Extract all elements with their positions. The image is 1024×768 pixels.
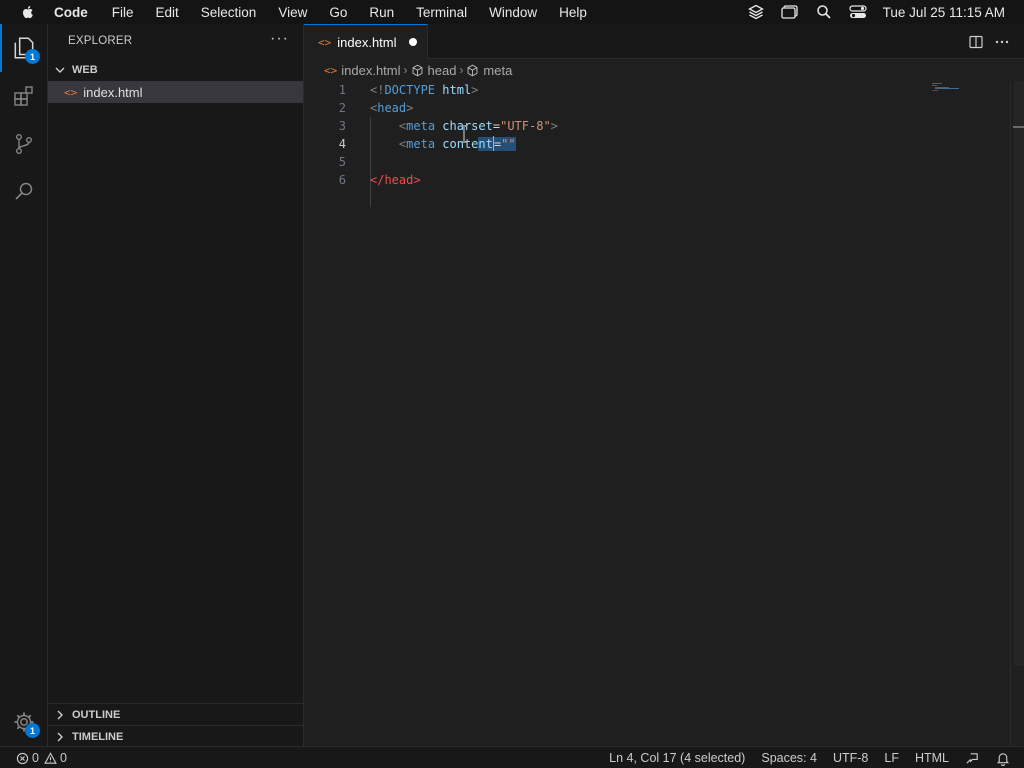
breadcrumb-file-label: index.html (341, 62, 401, 78)
element-cube-icon (467, 64, 478, 76)
settings-badge: 1 (25, 723, 40, 738)
indentation-status[interactable]: Spaces: 4 (761, 751, 817, 765)
activity-bar: 1 1 (0, 24, 48, 746)
minimap[interactable] (932, 83, 960, 91)
chevron-right-icon (57, 732, 63, 741)
breadcrumb-head-label: head (427, 62, 457, 78)
explorer-title: EXPLORER (68, 35, 133, 47)
html-file-icon: <> (64, 85, 78, 99)
code-line[interactable]: 3 <meta charset="UTF-8"> (304, 117, 1004, 135)
code-text[interactable]: <meta content="" (370, 135, 516, 153)
breadcrumb-head[interactable]: head (411, 62, 457, 78)
menu-help[interactable]: Help (559, 5, 587, 20)
menu-run[interactable]: Run (369, 5, 394, 20)
chevron-down-icon (55, 67, 65, 73)
explorer-sidebar: EXPLORER ··· WEB <> index.html OUTLINE T… (48, 24, 304, 746)
menu-selection[interactable]: Selection (201, 5, 257, 20)
unsaved-dot-icon[interactable] (409, 38, 417, 46)
menu-go[interactable]: Go (329, 5, 347, 20)
tab-index-html[interactable]: <> index.html (304, 24, 428, 59)
activity-extensions[interactable] (0, 72, 48, 120)
chevron-right-icon (57, 710, 63, 719)
spotlight-search-icon[interactable] (815, 3, 833, 21)
scrollbar-cursor-marker (1013, 126, 1024, 128)
notifications-bell-icon[interactable] (996, 751, 1010, 766)
breadcrumb: <> index.html › head › meta (304, 59, 1024, 81)
explorer-badge: 1 (25, 49, 40, 64)
line-number: 4 (338, 137, 346, 151)
control-center-icon[interactable] (849, 3, 867, 21)
editor-tab-bar: <> index.html (304, 24, 1024, 59)
encoding-status[interactable]: UTF-8 (833, 751, 868, 765)
activity-manage[interactable]: 1 (0, 698, 48, 746)
menu-app-code[interactable]: Code (54, 5, 88, 20)
problems-indicator[interactable]: 0 0 (16, 751, 67, 765)
explorer-more-actions-button[interactable]: ··· (270, 30, 289, 48)
folder-name: WEB (72, 64, 98, 76)
more-actions-icon[interactable] (992, 32, 1012, 52)
html-file-icon: <> (324, 63, 338, 77)
scrollbar-track[interactable] (1014, 81, 1024, 666)
line-number: 5 (338, 155, 346, 169)
activity-source-control[interactable] (0, 120, 48, 168)
menu-file[interactable]: File (112, 5, 134, 20)
activity-explorer[interactable]: 1 (0, 24, 48, 72)
source-control-icon (15, 134, 32, 155)
tab-label: index.html (337, 34, 397, 50)
eol-status[interactable]: LF (884, 751, 899, 765)
vertical-scrollbar[interactable] (1010, 81, 1024, 746)
split-editor-icon[interactable] (966, 32, 986, 52)
menu-window[interactable]: Window (489, 5, 537, 20)
breadcrumb-file[interactable]: <> index.html (324, 63, 401, 78)
code-line[interactable]: 1 <!DOCTYPE html> (304, 81, 1004, 99)
menu-terminal[interactable]: Terminal (416, 5, 467, 20)
warning-icon (44, 751, 57, 764)
text-ibeam-cursor-icon (461, 125, 467, 143)
apple-logo-icon[interactable] (20, 4, 36, 20)
outline-section[interactable]: OUTLINE (48, 703, 303, 725)
folder-section-web[interactable]: WEB (48, 59, 303, 81)
layers-icon[interactable] (747, 3, 765, 21)
breadcrumb-meta-label: meta (483, 62, 513, 78)
line-number: 2 (338, 101, 346, 115)
menu-edit[interactable]: Edit (156, 5, 179, 20)
chevron-right-icon: › (459, 63, 464, 77)
code-text[interactable]: </head> (370, 171, 421, 189)
code-text[interactable]: <!DOCTYPE html> (370, 81, 478, 99)
menu-view[interactable]: View (278, 5, 307, 20)
screen-mirroring-icon[interactable] (781, 3, 799, 21)
line-number: 1 (338, 83, 346, 97)
feedback-icon[interactable] (965, 751, 980, 766)
timeline-section[interactable]: TIMELINE (48, 725, 303, 747)
code-text[interactable]: <head> (370, 99, 413, 117)
code-line-current[interactable]: 4 <meta content="" (304, 135, 1004, 153)
code-editor[interactable]: 1 <!DOCTYPE html> 2 <head> 3 <meta chars… (304, 81, 1024, 746)
menubar-clock[interactable]: Tue Jul 25 11:15 AM (883, 5, 1005, 20)
error-icon (16, 752, 29, 764)
warning-count: 0 (59, 751, 67, 765)
code-line[interactable]: 2 <head> (304, 99, 1004, 117)
macos-menu-bar: Code File Edit Selection View Go Run Ter… (0, 0, 1024, 24)
chevron-right-icon: › (403, 63, 408, 77)
error-count: 0 (32, 751, 39, 765)
language-mode-status[interactable]: HTML (915, 751, 949, 765)
file-name: index.html (83, 84, 143, 100)
text-cursor (492, 136, 494, 151)
extensions-icon (14, 86, 33, 106)
search-icon (15, 182, 33, 200)
outline-label: OUTLINE (72, 708, 121, 721)
timeline-label: TIMELINE (72, 730, 124, 743)
status-bar: 0 0 Ln 4, Col 17 (4 selected) Spaces: 4 … (0, 746, 1024, 768)
element-cube-icon (412, 64, 422, 76)
line-number: 6 (338, 173, 346, 187)
activity-search[interactable] (0, 168, 48, 216)
cursor-position-status[interactable]: Ln 4, Col 17 (4 selected) (609, 751, 745, 765)
line-number: 3 (338, 119, 346, 133)
html-file-icon: <> (318, 35, 332, 49)
breadcrumb-meta[interactable]: meta (466, 63, 512, 78)
explorer-file-index-html[interactable]: <> index.html (48, 81, 303, 103)
code-line[interactable]: 6 </head> (304, 171, 1004, 189)
code-line[interactable]: 5 (304, 153, 1004, 171)
